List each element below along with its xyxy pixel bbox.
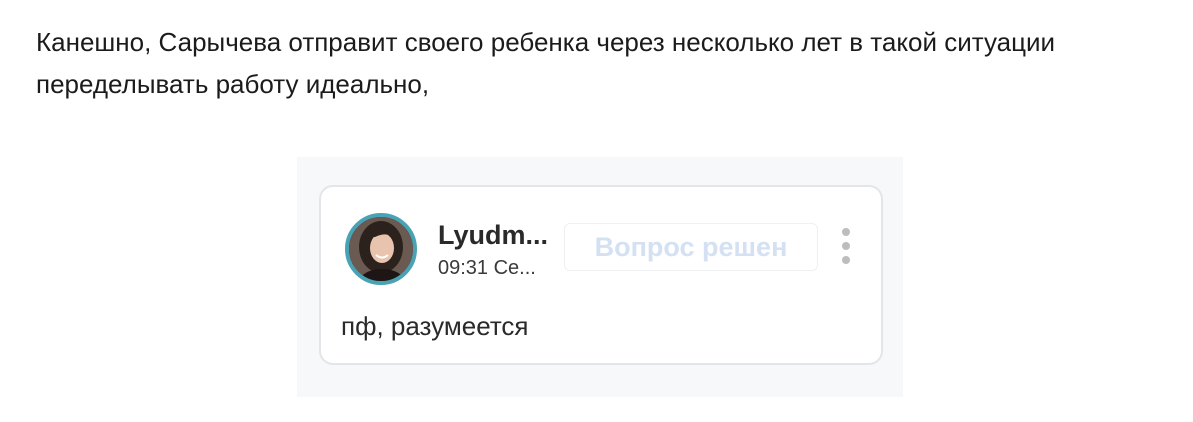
comment-card: Lyudm... 09:31 Се... Вопрос решен пф, ра… (319, 185, 883, 365)
more-options-dot (842, 228, 850, 236)
comment-author-name[interactable]: Lyudm... (438, 220, 548, 251)
avatar-photo-icon (349, 217, 413, 281)
more-options-dot (842, 242, 850, 250)
comment-timestamp: 09:31 Се... (438, 257, 536, 279)
more-options-icon[interactable] (836, 228, 856, 264)
avatar[interactable] (345, 213, 417, 285)
comment-text: пф, разумеется (341, 311, 529, 341)
article-paragraph: Канешно, Сарычева отправит своего ребенк… (36, 27, 1056, 99)
resolve-question-button[interactable]: Вопрос решен (564, 223, 818, 271)
more-options-dot (842, 256, 850, 264)
embedded-screenshot: Lyudm... 09:31 Се... Вопрос решен пф, ра… (297, 157, 903, 397)
